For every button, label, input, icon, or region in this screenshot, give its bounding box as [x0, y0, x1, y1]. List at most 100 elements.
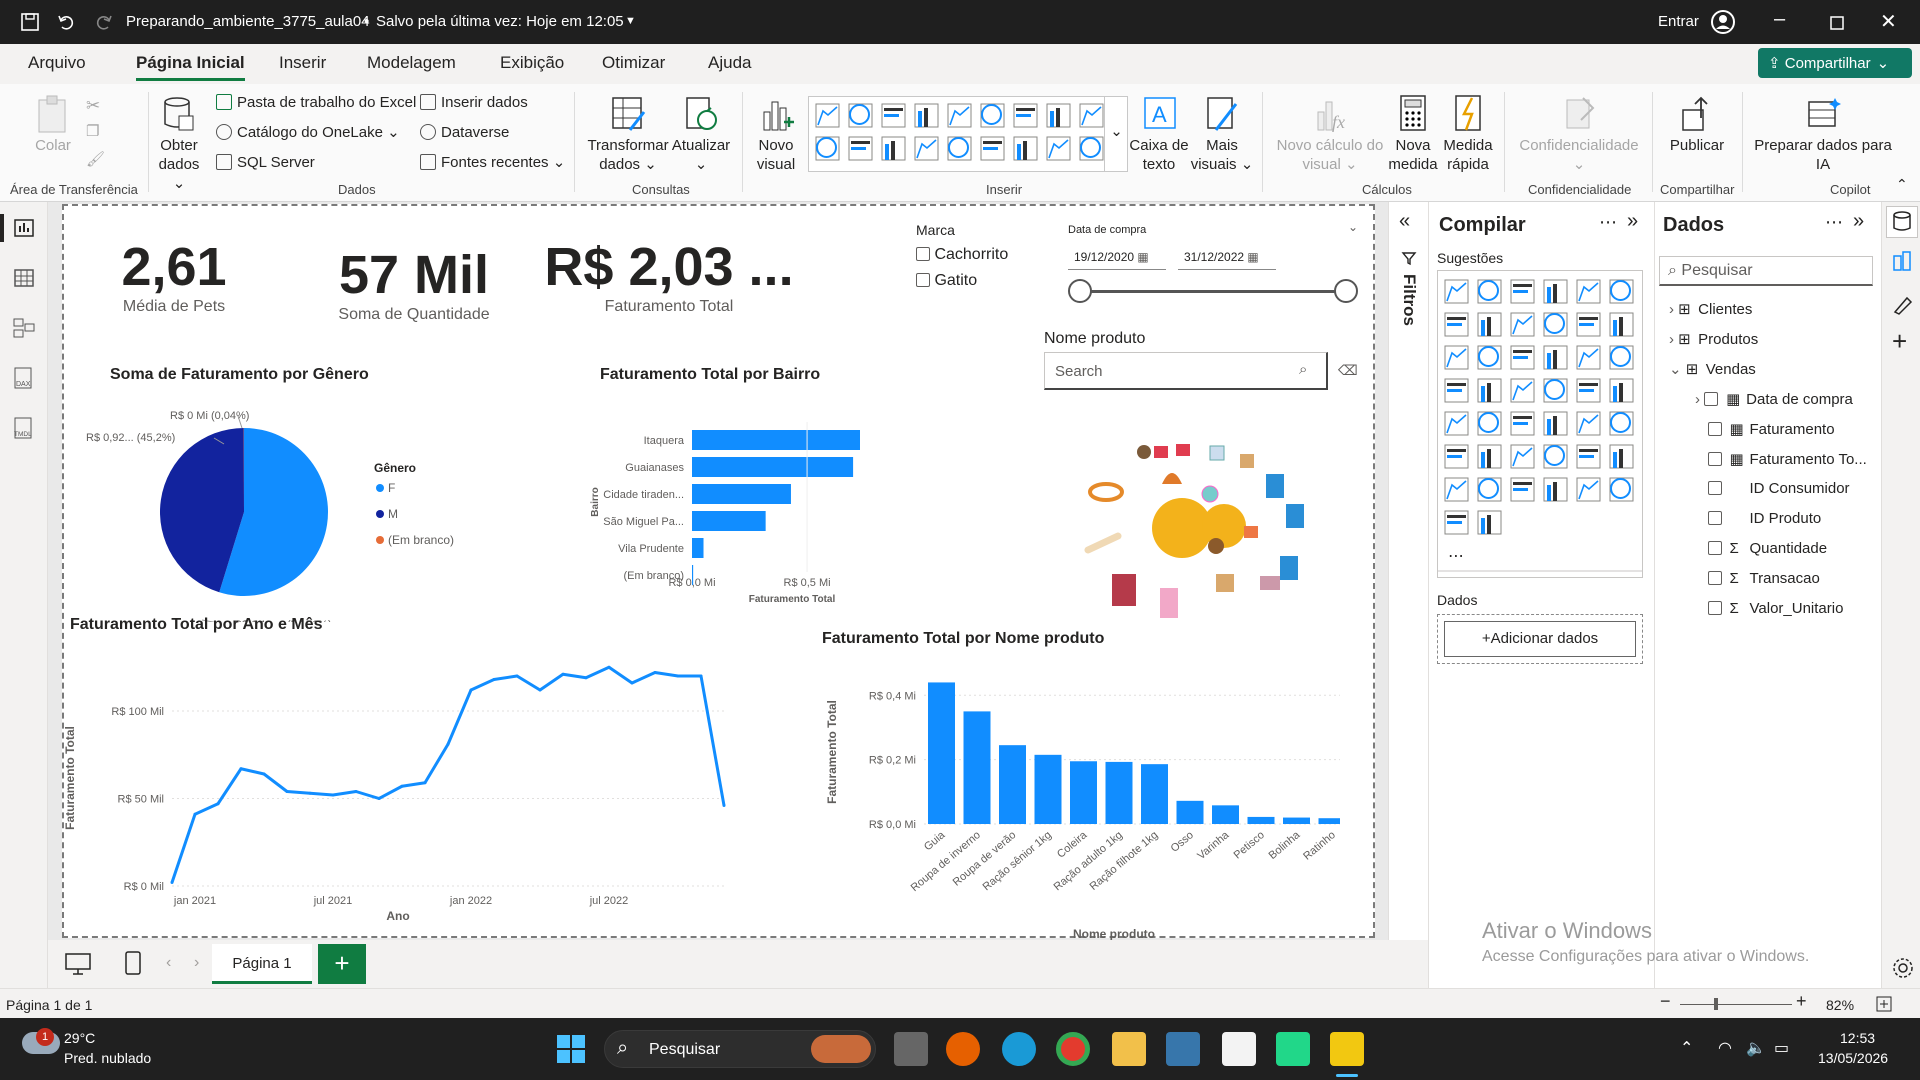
clock-date[interactable]: 13/05/2026 — [1818, 1050, 1888, 1066]
visual-type-icon[interactable] — [947, 136, 972, 161]
chevron-right-icon[interactable]: › — [1669, 301, 1678, 318]
zoom-out-icon[interactable]: − — [1660, 991, 1671, 1012]
chevron-down-icon[interactable]: ▼ — [625, 15, 636, 27]
taskbar-search[interactable]: ⌕ Pesquisar — [604, 1030, 876, 1068]
cut-icon[interactable]: ✂ — [86, 96, 100, 116]
field-checkbox[interactable] — [1707, 452, 1722, 466]
close-icon[interactable]: ✕ — [1880, 9, 1897, 34]
date-start-input[interactable]: 19/12/2020 ▦ — [1068, 246, 1166, 270]
data-pane-icon[interactable] — [1891, 210, 1913, 234]
visual-type-icon[interactable] — [1576, 477, 1601, 502]
visual-type-icon[interactable] — [1510, 378, 1535, 403]
build-pane-icon[interactable] — [1891, 250, 1913, 274]
task-view-icon[interactable] — [894, 1032, 928, 1066]
sign-in-link[interactable]: Entrar — [1658, 13, 1699, 30]
excel-button[interactable]: Pasta de trabalho do Excel — [216, 94, 416, 112]
new-visual-calc-button[interactable]: fx Novo cálculo do visual ⌄ — [1272, 94, 1388, 174]
field-item[interactable]: › ▦ Data de compra — [1695, 390, 1853, 408]
maximize-icon[interactable] — [1830, 16, 1844, 30]
visual-type-icon[interactable] — [1444, 444, 1469, 469]
format-painter-icon[interactable]: 🖌 — [86, 150, 105, 168]
dataverse-button[interactable]: Dataverse — [420, 124, 509, 142]
field-item[interactable]: Σ Quantidade — [1695, 540, 1827, 557]
windows-start-icon[interactable] — [556, 1034, 586, 1064]
field-item[interactable]: ID Produto — [1695, 510, 1821, 527]
visual-type-icon[interactable] — [1609, 411, 1634, 436]
visual-type-icon[interactable] — [1543, 312, 1568, 337]
account-icon[interactable] — [1710, 9, 1736, 35]
visual-type-icon[interactable] — [1013, 136, 1038, 161]
volume-icon[interactable]: 🔈 — [1746, 1038, 1766, 1058]
minimize-icon[interactable]: – — [1774, 8, 1785, 31]
more-options-icon[interactable]: ⋯ — [1825, 212, 1843, 233]
visual-type-icon[interactable] — [1046, 103, 1071, 128]
visual-type-icon[interactable] — [1576, 444, 1601, 469]
visual-type-icon[interactable] — [848, 136, 873, 161]
python-icon[interactable] — [1166, 1032, 1200, 1066]
undo-icon[interactable] — [56, 12, 76, 32]
new-measure-button[interactable]: Nova medida — [1386, 94, 1440, 174]
visual-type-icon[interactable] — [881, 136, 906, 161]
brand-option[interactable]: Gatito — [916, 272, 1036, 290]
visual-type-icon[interactable] — [1444, 477, 1469, 502]
weather-temp[interactable]: 29°C — [64, 1030, 95, 1046]
visual-type-icon[interactable] — [1609, 477, 1634, 502]
visual-type-icon[interactable] — [1543, 477, 1568, 502]
table-view-icon[interactable] — [12, 266, 36, 290]
visual-type-grid[interactable]: ⋯ — [1438, 271, 1644, 577]
new-visual-button[interactable]: Novo visual — [748, 94, 804, 174]
save-icon[interactable] — [20, 12, 40, 32]
field-item[interactable]: Σ Valor_Unitario — [1695, 600, 1843, 617]
text-box-button[interactable]: A Caixa de texto — [1126, 94, 1192, 174]
field-checkbox[interactable] — [1707, 511, 1722, 525]
recent-sources-button[interactable]: Fontes recentes ⌄ — [420, 154, 565, 172]
visual-type-icon[interactable] — [1543, 411, 1568, 436]
edge-icon[interactable] — [1002, 1032, 1036, 1066]
table-item[interactable]: › ⊞ Produtos — [1669, 330, 1758, 348]
gallery-expand-button[interactable]: ⌄ — [1104, 96, 1128, 172]
field-checkbox[interactable] — [1707, 541, 1722, 555]
visual-type-icon[interactable] — [1444, 279, 1469, 304]
visual-type-icon[interactable] — [1543, 444, 1568, 469]
report-canvas[interactable]: 2,61 Média de Pets 57 Mil Soma de Quanti… — [62, 204, 1375, 941]
save-status[interactable]: Salvo pela última vez: Hoje em 12:05 — [376, 13, 624, 30]
tab-otimizar[interactable]: Otimizar — [602, 53, 665, 73]
kpi-card-faturamento-total[interactable]: R$ 2,03 ... Faturamento Total — [544, 236, 794, 316]
tab-exibicao[interactable]: Exibição — [500, 53, 564, 73]
visual-gallery[interactable] — [808, 96, 1128, 172]
model-view-icon[interactable] — [12, 316, 36, 340]
page-tab[interactable]: Página 1 — [212, 944, 312, 984]
field-checkbox[interactable] — [1704, 392, 1719, 406]
visual-type-icon[interactable] — [1079, 103, 1104, 128]
collapse-pane-icon[interactable]: » — [1627, 210, 1638, 233]
filters-pane[interactable]: « Filtros — [1388, 202, 1428, 940]
visual-type-icon[interactable] — [1477, 444, 1502, 469]
visual-type-icon[interactable] — [1477, 510, 1502, 535]
chrome-icon[interactable] — [1056, 1032, 1090, 1066]
date-range-start-handle[interactable] — [1068, 279, 1092, 303]
checkbox[interactable] — [916, 273, 930, 287]
visual-type-icon[interactable] — [1477, 477, 1502, 502]
dax-query-icon[interactable]: DAX — [12, 366, 36, 390]
paste-button[interactable]: Colar — [28, 94, 78, 155]
collapse-pane-icon[interactable]: » — [1853, 210, 1864, 233]
mobile-layout-icon[interactable] — [124, 950, 142, 976]
tab-ajuda[interactable]: Ajuda — [708, 53, 751, 73]
quick-measure-button[interactable]: Medida rápida — [1440, 94, 1496, 174]
visual-type-icon[interactable] — [1609, 444, 1634, 469]
report-view-icon[interactable] — [12, 216, 36, 240]
file-explorer-icon[interactable] — [1112, 1032, 1146, 1066]
field-item[interactable]: ▦ Faturamento — [1695, 420, 1835, 438]
more-visuals-button[interactable]: Mais visuais ⌄ — [1190, 94, 1254, 174]
tab-modelagem[interactable]: Modelagem — [367, 53, 456, 73]
get-data-button[interactable]: Obter dados ⌄ — [152, 94, 206, 193]
clock-time[interactable]: 12:53 — [1840, 1030, 1875, 1046]
visual-type-icon[interactable] — [980, 136, 1005, 161]
kpi-card-soma-quantidade[interactable]: 57 Mil Soma de Quantidade — [314, 244, 514, 324]
chevron-right-icon[interactable]: › — [1669, 331, 1678, 348]
visual-type-icon[interactable] — [1543, 279, 1568, 304]
pycharm-icon[interactable] — [1276, 1032, 1310, 1066]
visual-type-icon[interactable] — [1477, 312, 1502, 337]
add-pane-icon[interactable]: + — [1892, 326, 1907, 357]
table-item[interactable]: ⌄ ⊞ Vendas — [1669, 360, 1756, 378]
